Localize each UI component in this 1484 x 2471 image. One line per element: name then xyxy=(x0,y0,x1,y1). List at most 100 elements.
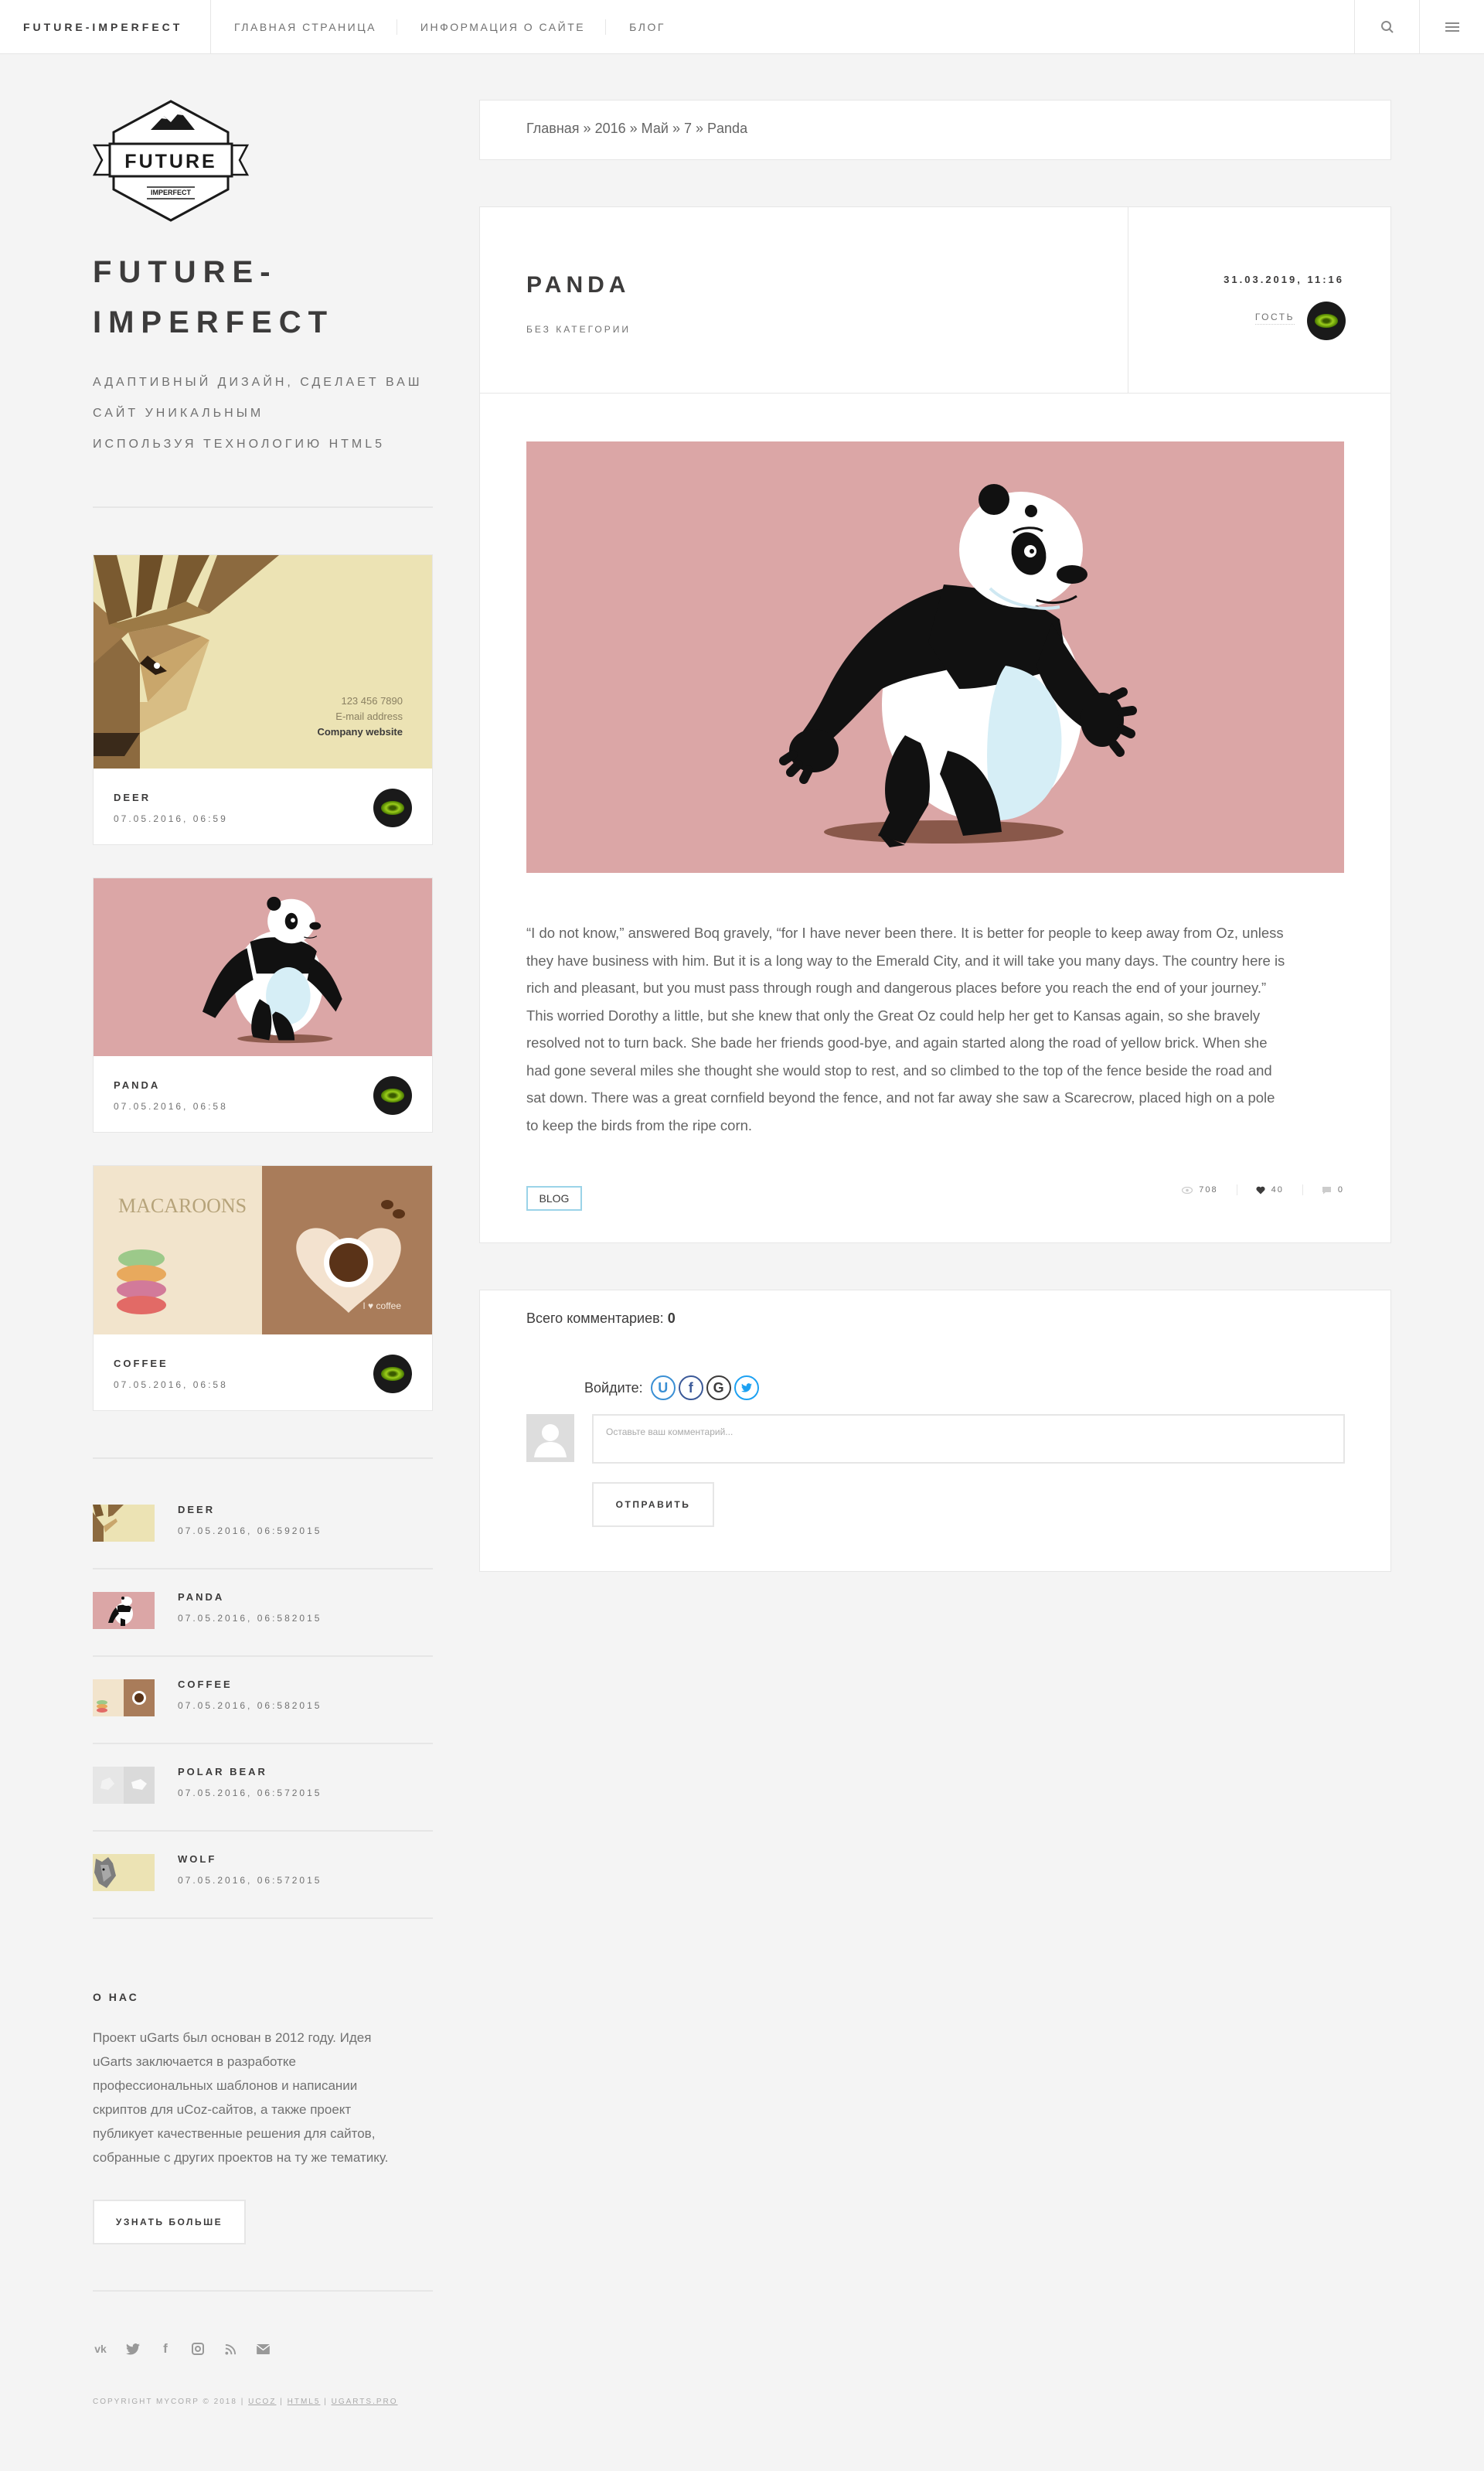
divider xyxy=(93,2290,433,2292)
copyright-separator: | xyxy=(324,2398,328,2406)
nav-home[interactable]: ГЛАВНАЯ СТРАНИЦА xyxy=(211,19,397,35)
breadcrumb-day[interactable]: 7 xyxy=(684,121,692,136)
site-tagline: АДАПТИВНЫЙ ДИЗАЙН, СДЕЛАЕТ ВАШ САЙТ УНИК… xyxy=(93,367,448,460)
panda-image xyxy=(94,878,432,1056)
submit-comment-button[interactable]: ОТПРАВИТЬ xyxy=(592,1482,714,1527)
eye-avatar-icon xyxy=(1315,314,1338,328)
copyright-text: COPYRIGHT MYCORP © 2018 xyxy=(93,2398,237,2406)
copyright-link-ugarts[interactable]: UGARTS.PRO xyxy=(332,2398,398,2406)
mini-post[interactable]: PANDA 07.05.2016, 06:582015 xyxy=(93,1570,433,1657)
post-body: “I do not know,” answered Boq gravely, “… xyxy=(526,919,1361,1139)
author-avatar[interactable] xyxy=(373,789,412,827)
comment-input[interactable]: Оставьте ваш комментарий... xyxy=(592,1414,1345,1464)
twitter-icon[interactable] xyxy=(125,2341,141,2357)
login-label: Войдите: xyxy=(584,1379,643,1396)
site-title-line-1: FUTURE- xyxy=(93,255,277,289)
divider xyxy=(93,1457,433,1459)
comments-count: 0 xyxy=(1337,1185,1344,1195)
mini-post-title[interactable]: WOLF xyxy=(178,1853,216,1865)
menu-button[interactable] xyxy=(1419,0,1484,54)
copyright-separator: | xyxy=(240,2398,245,2406)
svg-text:FUTURE: FUTURE xyxy=(124,151,216,172)
copyright-link-ucoz[interactable]: UCOZ xyxy=(248,2398,276,2406)
panda-illustration xyxy=(202,896,342,1044)
likes-stat[interactable]: 40 xyxy=(1256,1185,1284,1195)
svg-text:IMPERFECT: IMPERFECT xyxy=(151,189,192,196)
breadcrumb-year[interactable]: 2016 xyxy=(595,121,626,136)
card-title[interactable]: COFFEE xyxy=(114,1358,168,1369)
views-count: 708 xyxy=(1199,1185,1218,1195)
post-image xyxy=(526,441,1344,873)
mini-post-date: 07.05.2016, 06:592015 xyxy=(178,1525,322,1536)
breadcrumb-home[interactable]: Главная xyxy=(526,121,580,136)
mini-post-thumb xyxy=(93,1854,155,1891)
post-tag[interactable]: BLOG xyxy=(526,1186,582,1211)
mini-post-title[interactable]: DEER xyxy=(178,1504,215,1515)
heart-icon xyxy=(1256,1186,1265,1194)
nav-about[interactable]: ИНФОРМАЦИЯ О САЙТЕ xyxy=(396,19,605,35)
login-options: Войдите: U f G xyxy=(584,1375,759,1400)
featured-card-deer[interactable]: 123 456 7890 E-mail address Company webs… xyxy=(93,554,433,845)
nav-blog[interactable]: БЛОГ xyxy=(605,19,686,35)
learn-more-button[interactable]: УЗНАТЬ БОЛЬШЕ xyxy=(93,2200,246,2244)
post-meta: 31.03.2019, 11:16 ГОСТЬ xyxy=(1128,207,1390,393)
twitter-icon[interactable] xyxy=(733,1375,759,1400)
mini-post[interactable]: POLAR BEAR 07.05.2016, 06:572015 xyxy=(93,1744,433,1832)
tagline-line: ИСПОЛЬЗУЯ ТЕХНОЛОГИЮ HTML5 xyxy=(93,438,386,451)
post-author-avatar[interactable] xyxy=(1307,302,1346,340)
post-category[interactable]: БЕЗ КАТЕГОРИИ xyxy=(526,324,631,335)
featured-card-coffee[interactable]: MACAROONS I ♥ coffee COFFEE 07.05.2016, … xyxy=(93,1165,433,1411)
mini-post-title[interactable]: COFFEE xyxy=(178,1679,233,1690)
ucoz-icon[interactable]: U xyxy=(650,1375,676,1400)
card-meta: COFFEE 07.05.2016, 06:58 xyxy=(94,1334,432,1412)
instagram-icon[interactable] xyxy=(190,2341,206,2357)
post-author[interactable]: ГОСТЬ xyxy=(1254,312,1295,325)
post-body-line: had gone several miles she thought she w… xyxy=(526,1062,1272,1079)
card-date: 07.05.2016, 06:59 xyxy=(114,813,228,824)
breadcrumb-separator: » xyxy=(629,121,638,136)
guest-avatar xyxy=(526,1414,574,1462)
author-avatar[interactable] xyxy=(373,1355,412,1393)
search-button[interactable] xyxy=(1354,0,1419,54)
breadcrumb-month[interactable]: Май xyxy=(642,121,669,136)
mini-post-title[interactable]: PANDA xyxy=(178,1591,224,1603)
featured-card-panda[interactable]: PANDA 07.05.2016, 06:58 xyxy=(93,878,433,1133)
author-avatar[interactable] xyxy=(373,1076,412,1115)
mini-post[interactable]: WOLF 07.05.2016, 06:572015 xyxy=(93,1832,433,1919)
about-line: скриптов для uCoz-сайтов, а также проект xyxy=(93,2102,352,2117)
coffee-illustration: MACAROONS I ♥ coffee xyxy=(94,1166,432,1334)
google-icon[interactable]: G xyxy=(706,1375,731,1400)
mini-post-title[interactable]: POLAR BEAR xyxy=(178,1766,267,1777)
about-line: профессиональных шаблонов и написании xyxy=(93,2078,358,2093)
card-date: 07.05.2016, 06:58 xyxy=(114,1379,228,1390)
site-logo[interactable]: FUTURE IMPERFECT xyxy=(92,99,250,223)
site-title-line-2: IMPERFECT xyxy=(93,305,335,339)
card-date: 07.05.2016, 06:58 xyxy=(114,1101,228,1112)
copyright-link-html5[interactable]: HTML5 xyxy=(288,2398,321,2406)
panda-illustration xyxy=(779,484,1137,847)
coffee-image: MACAROONS I ♥ coffee xyxy=(94,1166,432,1334)
mail-icon[interactable] xyxy=(255,2341,271,2357)
site-brand[interactable]: FUTURE-IMPERFECT xyxy=(0,0,211,54)
comments-total-label: Всего комментариев: xyxy=(526,1310,664,1326)
comments-stat[interactable]: 0 xyxy=(1322,1185,1344,1195)
facebook-icon[interactable]: f xyxy=(678,1375,703,1400)
mini-post[interactable]: COFFEE 07.05.2016, 06:582015 xyxy=(93,1657,433,1744)
site-title: FUTURE- IMPERFECT xyxy=(93,247,334,348)
mini-post-date: 07.05.2016, 06:572015 xyxy=(178,1788,322,1798)
facebook-icon[interactable]: f xyxy=(158,2341,173,2357)
comment-placeholder: Оставьте ваш комментарий... xyxy=(606,1426,733,1437)
mini-post[interactable]: DEER 07.05.2016, 06:592015 xyxy=(93,1482,433,1570)
card-meta: PANDA 07.05.2016, 06:58 xyxy=(94,1056,432,1133)
about-line: собранные с других проектов на ту же тем… xyxy=(93,2150,389,2165)
search-icon xyxy=(1380,21,1394,33)
copyright: COPYRIGHT MYCORP © 2018 | UCOZ | HTML5 |… xyxy=(93,2398,398,2406)
card-title[interactable]: PANDA xyxy=(114,1079,160,1091)
social-links: vk f xyxy=(93,2341,271,2357)
divider xyxy=(93,506,433,508)
post-stats: 708 40 0 xyxy=(1182,1184,1344,1195)
rss-icon[interactable] xyxy=(223,2341,238,2357)
card-title[interactable]: DEER xyxy=(114,792,151,803)
post-header: PANDA БЕЗ КАТЕГОРИИ 31.03.2019, 11:16 ГО… xyxy=(480,207,1390,394)
vk-icon[interactable]: vk xyxy=(93,2341,108,2357)
